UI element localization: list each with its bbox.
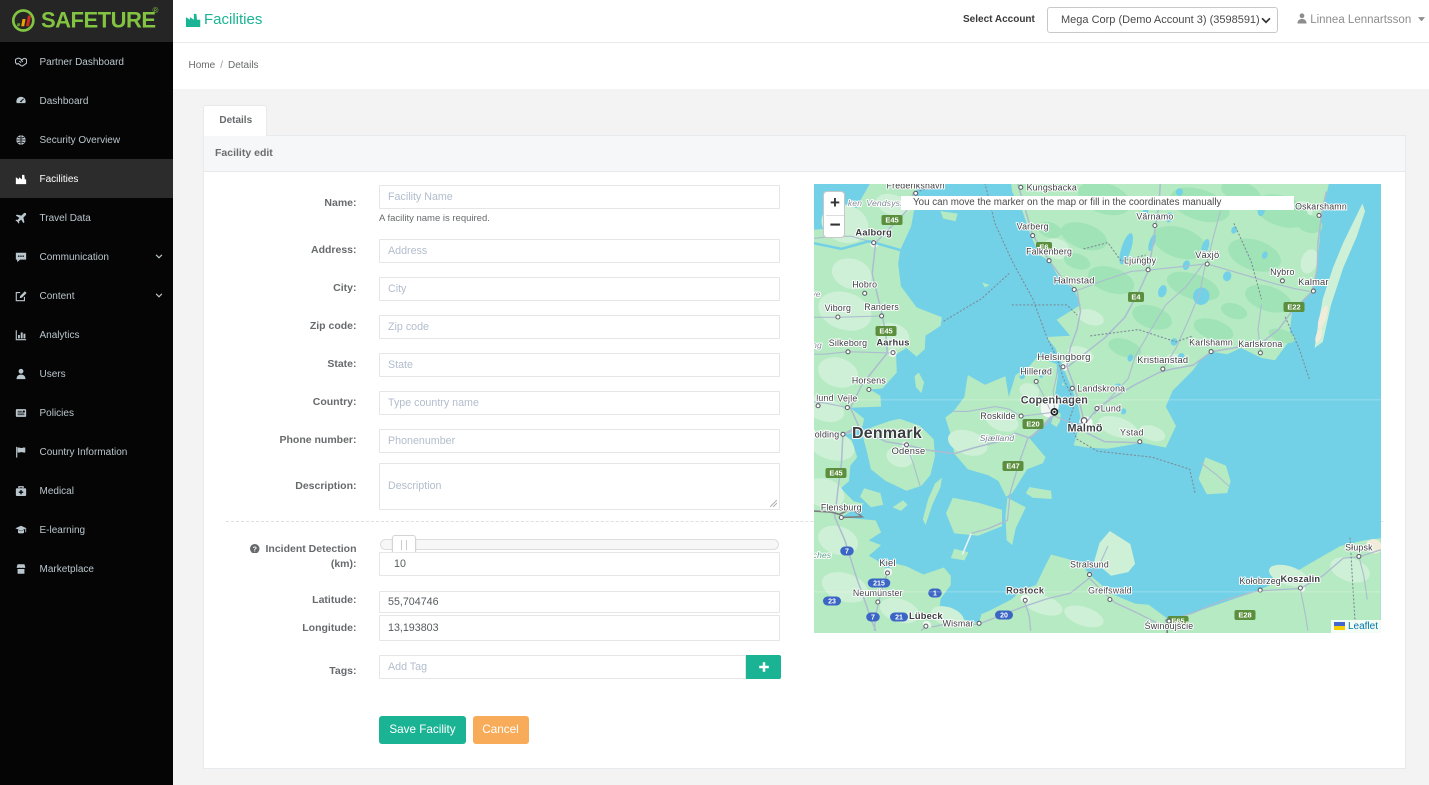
svg-text:Odense: Odense	[892, 446, 926, 456]
svg-text:Ystad: Ystad	[1120, 428, 1144, 438]
svg-text:Horsens: Horsens	[852, 376, 887, 386]
svg-text:SAFETURE: SAFETURE	[41, 8, 156, 33]
svg-text:Neumünster: Neumünster	[853, 588, 903, 598]
svg-text:ken: ken	[848, 198, 862, 208]
svg-text:Värnamo: Värnamo	[1136, 212, 1173, 222]
svg-text:Lübeck: Lübeck	[909, 611, 943, 621]
svg-text:Denmark: Denmark	[852, 425, 922, 442]
svg-text:Koszalin: Koszalin	[1280, 574, 1320, 584]
svg-text:Kungsbacka: Kungsbacka	[1027, 184, 1077, 192]
svg-text:?: ?	[253, 545, 257, 553]
svg-text:215: 215	[873, 581, 885, 588]
svg-text:®: ®	[153, 6, 159, 15]
svg-text:E47: E47	[1006, 462, 1019, 471]
svg-text:Copenhagen: Copenhagen	[1021, 394, 1088, 406]
svg-text:Randers: Randers	[864, 302, 899, 312]
svg-text:E4: E4	[1131, 293, 1141, 302]
svg-text:E45: E45	[885, 216, 898, 225]
svg-text:Oskarshamn: Oskarshamn	[1295, 201, 1347, 211]
svg-text:Aarhus: Aarhus	[876, 338, 909, 348]
svg-text:Ljungby: Ljungby	[1124, 256, 1157, 266]
svg-text:Flensburg: Flensburg	[821, 503, 862, 513]
svg-text:E20: E20	[1026, 420, 1039, 429]
svg-text:Frederikshavn: Frederikshavn	[887, 184, 945, 190]
svg-text:Malmö: Malmö	[1067, 423, 1102, 435]
svg-text:E22: E22	[1287, 303, 1300, 312]
svg-text:E45: E45	[829, 469, 842, 478]
svg-text:Stralsund: Stralsund	[1070, 560, 1109, 570]
svg-text:Wismar: Wismar	[943, 618, 974, 628]
svg-text:20: 20	[1000, 613, 1008, 620]
svg-text:Vejle: Vejle	[837, 394, 857, 404]
svg-text:Słupsk: Słupsk	[1345, 542, 1373, 552]
svg-text:lund: lund	[816, 393, 833, 403]
svg-text:7: 7	[871, 615, 875, 622]
svg-text:Hillerød: Hillerød	[1020, 366, 1052, 376]
svg-text:Viborg: Viborg	[825, 303, 851, 313]
svg-text:Lund: Lund	[1101, 403, 1121, 413]
svg-text:23: 23	[828, 599, 836, 606]
svg-text:Rostock: Rostock	[1006, 585, 1045, 595]
svg-text:Nybro: Nybro	[1270, 267, 1294, 277]
svg-text:Kiel: Kiel	[879, 558, 895, 568]
svg-text:ches: ches	[814, 550, 832, 560]
svg-text:Kalmar: Kalmar	[1298, 277, 1329, 287]
svg-text:Roskilde: Roskilde	[980, 411, 1015, 421]
svg-text:E45: E45	[879, 327, 892, 336]
svg-text:Świnoujście: Świnoujście	[1145, 620, 1194, 631]
svg-text:ng: ng	[814, 340, 822, 350]
svg-text:Karlskrona: Karlskrona	[1238, 339, 1282, 349]
svg-text:Hobro: Hobro	[852, 279, 877, 289]
svg-text:Helsingborg: Helsingborg	[1037, 352, 1090, 363]
svg-text:Kristianstad: Kristianstad	[1137, 355, 1188, 365]
svg-text:Varberg: Varberg	[1017, 222, 1049, 232]
svg-text:7: 7	[845, 549, 849, 556]
svg-text:Falkenberg: Falkenberg	[1026, 247, 1072, 257]
svg-text:Aalborg: Aalborg	[855, 228, 892, 238]
svg-text:Växjö: Växjö	[1195, 250, 1219, 260]
svg-text:Halmstad: Halmstad	[1054, 276, 1095, 286]
svg-text:Greifswald: Greifswald	[1088, 586, 1132, 596]
svg-text:Kołobrzeg: Kołobrzeg	[1239, 576, 1280, 586]
svg-text:Sjælland: Sjælland	[980, 433, 1015, 443]
svg-text:21: 21	[895, 615, 903, 622]
svg-text:Landskrona: Landskrona	[1077, 383, 1125, 393]
svg-text:ve: ve	[814, 289, 821, 299]
svg-text:Kolding: Kolding	[814, 429, 839, 439]
svg-text:Karlshamn: Karlshamn	[1189, 338, 1233, 348]
svg-text:Silkeborg: Silkeborg	[829, 338, 867, 348]
svg-text:E28: E28	[1238, 611, 1251, 620]
